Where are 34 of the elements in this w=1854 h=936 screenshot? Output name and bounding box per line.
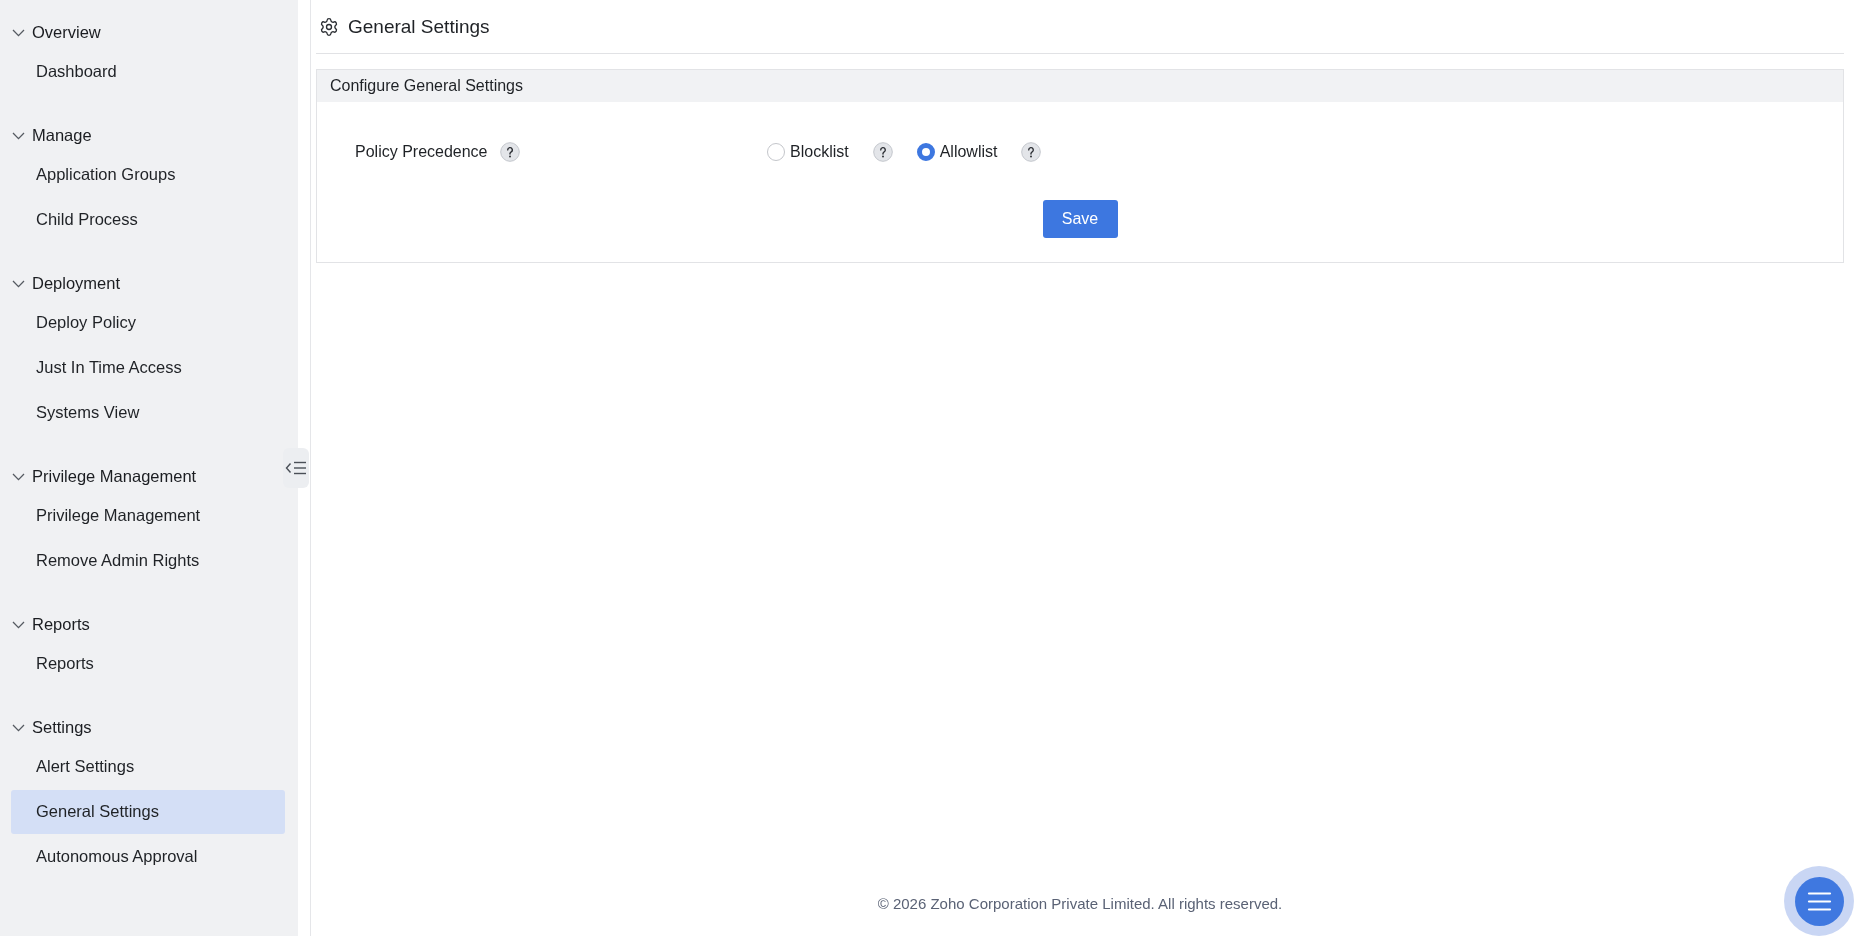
radio-label[interactable]: Blocklist bbox=[790, 143, 849, 161]
sidebar-item[interactable]: Autonomous Approval bbox=[36, 847, 198, 866]
copyright-text: © 2026 Zoho Corporation Private Limited. All rights reserved. bbox=[877, 895, 1283, 912]
radio-button[interactable] bbox=[767, 143, 785, 161]
sidebar-item[interactable]: Remove Admin Rights bbox=[36, 551, 200, 570]
sidebar-section-header[interactable]: Overview bbox=[12, 23, 101, 42]
help-icon[interactable] bbox=[1021, 142, 1042, 162]
sidebar-section-header[interactable]: Reports bbox=[12, 615, 90, 634]
sidebar-item[interactable]: Just In Time Access bbox=[36, 358, 182, 377]
sidebar-item[interactable]: Systems View bbox=[36, 403, 140, 422]
field-label: Policy Precedence bbox=[355, 143, 488, 161]
sidebar-item[interactable]: Privilege Management bbox=[36, 506, 201, 525]
settings-icon bbox=[319, 16, 339, 37]
collapse-sidebar-button[interactable] bbox=[283, 448, 309, 488]
sidebar-item[interactable]: Alert Settings bbox=[36, 757, 135, 776]
menu-icon bbox=[1794, 876, 1844, 926]
collapse-menu-icon bbox=[285, 461, 307, 475]
save-button[interactable]: Save bbox=[1042, 200, 1118, 238]
page-title: General Settings bbox=[348, 15, 490, 38]
radio-label[interactable]: Allowlist bbox=[939, 143, 998, 161]
sidebar-section-header[interactable]: Privilege Management bbox=[12, 467, 197, 486]
radio-button[interactable] bbox=[916, 143, 935, 161]
sidebar-section-header[interactable]: Deployment bbox=[12, 274, 121, 293]
sidebar-item[interactable]: Deploy Policy bbox=[36, 313, 136, 332]
help-icon[interactable] bbox=[872, 142, 893, 162]
sidebar-item[interactable]: Reports bbox=[36, 654, 94, 673]
panel-title: Configure General Settings bbox=[330, 77, 523, 95]
sidebar-item[interactable]: Child Process bbox=[36, 210, 138, 229]
sidebar-section-header[interactable]: Manage bbox=[12, 126, 92, 145]
sidebar-item[interactable]: Application Groups bbox=[36, 165, 176, 184]
sidebar-item[interactable]: Dashboard bbox=[36, 62, 117, 81]
sidebar-section-header[interactable]: Settings bbox=[12, 718, 92, 737]
help-icon[interactable] bbox=[499, 142, 520, 162]
sidebar-item[interactable]: General Settings bbox=[11, 789, 285, 834]
